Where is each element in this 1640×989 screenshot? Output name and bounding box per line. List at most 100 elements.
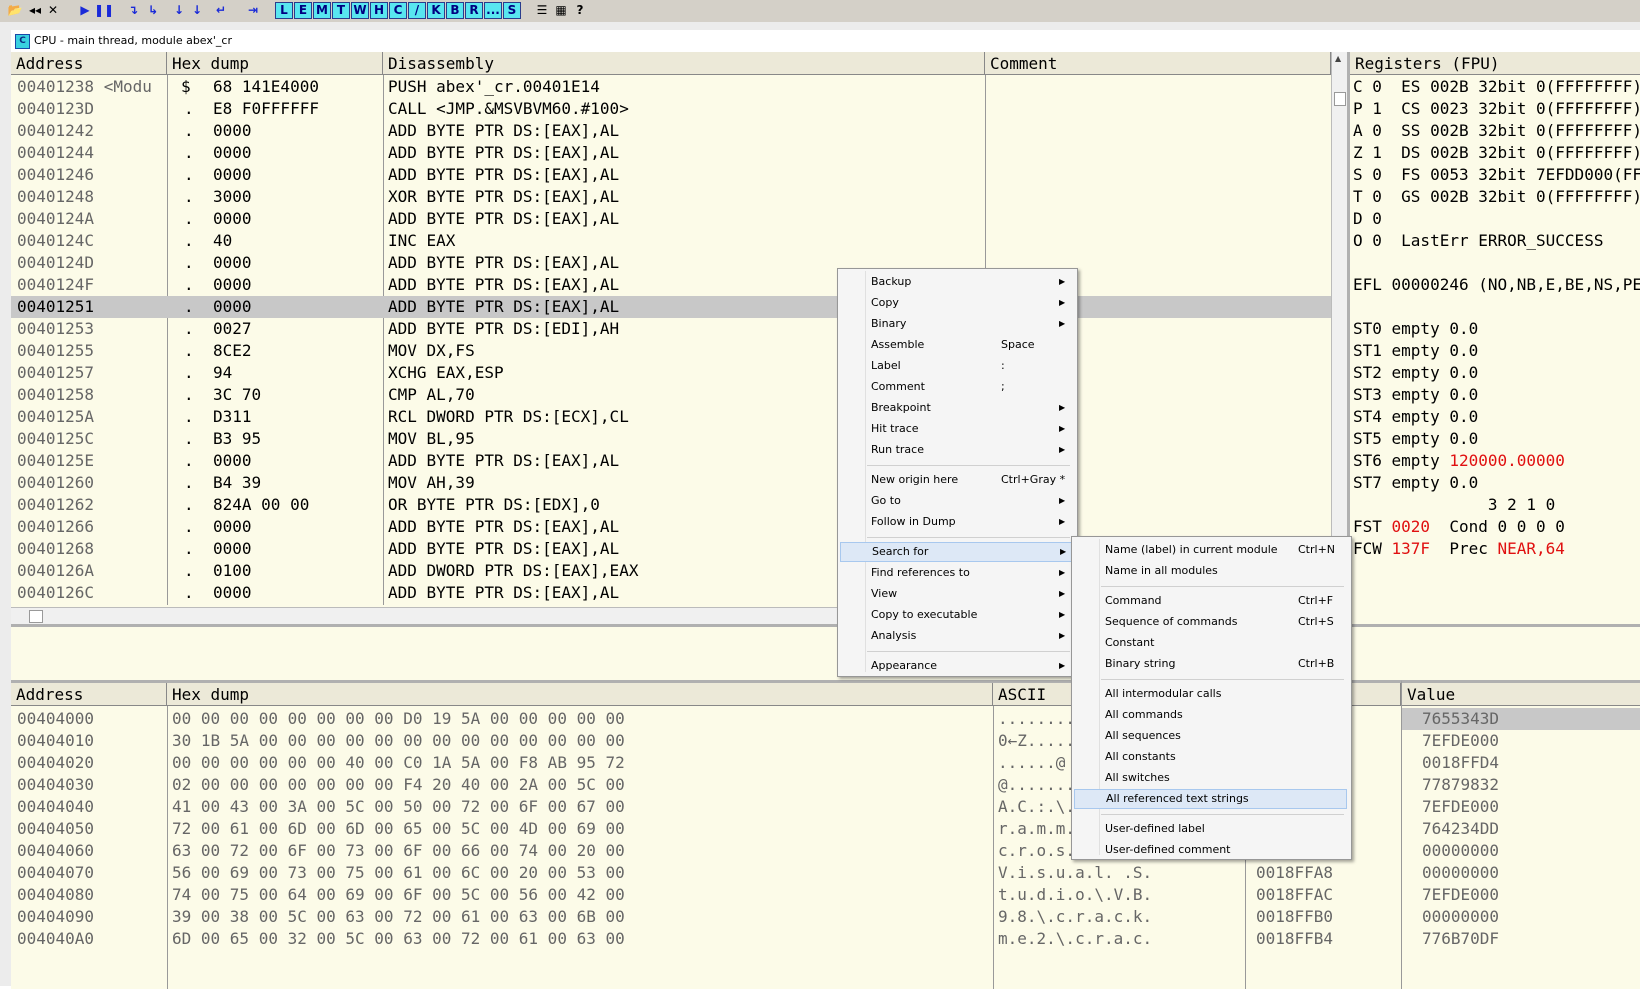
toolbar-window-button-10[interactable]: R <box>465 2 483 19</box>
stack-value[interactable]: 77879832 <box>1402 774 1640 796</box>
menu-item-view[interactable]: View ▶ <box>840 584 1073 604</box>
dump-row[interactable]: 00404000 00 00 00 00 00 00 00 00 D0 19 5A… <box>11 708 1245 730</box>
toolbar-button-1[interactable]: ◂◂ <box>26 2 44 19</box>
toolbar-window-button-7[interactable]: / <box>408 2 426 19</box>
disasm-row[interactable]: 00401248. 3000 XOR BYTE PTR DS:[EAX],AL <box>11 186 1331 208</box>
register-line[interactable]: FCW 137F Prec NEAR,64 <box>1353 538 1640 560</box>
disasm-header-hex[interactable]: Hex dump <box>167 52 383 75</box>
menu-item-all-constants[interactable]: All constants <box>1074 747 1347 767</box>
menu-item-label[interactable]: Label: <box>840 356 1073 376</box>
disasm-header-address[interactable]: Address <box>11 52 167 75</box>
toolbar-window-button-11[interactable]: ... <box>484 2 502 19</box>
menu-item-new-origin-here[interactable]: New origin here Ctrl+Gray * <box>840 470 1073 490</box>
menu-item-backup[interactable]: Backup ▶ <box>840 272 1073 292</box>
toolbar-button-8[interactable]: ↓ <box>188 2 206 19</box>
stack-address[interactable]: 0018FFA8 <box>1256 862 1396 884</box>
menu-item-all-sequences[interactable]: All sequences <box>1074 726 1347 746</box>
menu-item-appearance[interactable]: Appearance ▶ <box>840 656 1073 676</box>
dump-row[interactable]: 00404080 74 00 75 00 64 00 69 00 6F 00 5C… <box>11 884 1245 906</box>
menu-item-follow-in-dump[interactable]: Follow in Dump ▶ <box>840 512 1073 532</box>
toolbar-button-6[interactable]: ↳ <box>144 2 162 19</box>
stack-value[interactable]: 7EFDE000 <box>1402 884 1640 906</box>
disasm-header-comment[interactable]: Comment <box>985 52 1331 75</box>
disasm-row[interactable]: 00401251. 0000 ADD BYTE PTR DS:[EAX],AL <box>11 296 1331 318</box>
menu-item-breakpoint[interactable]: Breakpoint ▶ <box>840 398 1073 418</box>
stack-pane[interactable]: Value 7655343D 7EFDE000 0018FFD4 77879832 7E… <box>1401 680 1640 989</box>
stack-value[interactable]: 7655343D <box>1402 708 1640 730</box>
menu-item-all-intermodular-calls[interactable]: All intermodular calls <box>1074 684 1347 704</box>
toolbar-window-button-6[interactable]: C <box>389 2 407 19</box>
cpu-window-title-bar[interactable]: C CPU - main thread, module abex'_cr <box>11 30 1640 52</box>
stack-value[interactable]: 0018FFD4 <box>1402 752 1640 774</box>
dump-row[interactable]: 004040A0 6D 00 65 00 32 00 5C 00 63 00 72… <box>11 928 1245 950</box>
menu-item-comment[interactable]: Comment; <box>840 377 1073 397</box>
register-line[interactable]: ST6 empty 120000.00000 <box>1353 450 1640 472</box>
menu-item-copy-to-executable[interactable]: Copy to executable ▶ <box>840 605 1073 625</box>
dump-row[interactable]: 00404020 00 00 00 00 00 00 40 00 C0 1A 5A… <box>11 752 1245 774</box>
toolbar-window-button-8[interactable]: K <box>427 2 445 19</box>
disasm-row[interactable]: 0040124D. 0000 ADD BYTE PTR DS:[EAX],AL <box>11 252 1331 274</box>
dump-header-hex[interactable]: Hex dump <box>167 683 993 706</box>
disasm-row[interactable]: 0040125E. 0000 ADD BYTE PTR DS:[EAX],AL <box>11 450 1331 472</box>
toolbar-window-button-1[interactable]: E <box>294 2 312 19</box>
menu-item-all-commands[interactable]: All commands <box>1074 705 1347 725</box>
toolbar-tool-button-0[interactable]: ☰ <box>533 2 551 19</box>
disasm-row[interactable]: 00401255. 8CE2 MOV DX,FS <box>11 340 1331 362</box>
dump-row[interactable]: 00404010 30 1B 5A 00 00 00 00 00 00 00 00… <box>11 730 1245 752</box>
disasm-row[interactable]: 00401244. 0000 ADD BYTE PTR DS:[EAX],AL <box>11 142 1331 164</box>
dump-row[interactable]: 00404040 41 00 43 00 3A 00 5C 00 50 00 72… <box>11 796 1245 818</box>
toolbar-button-3[interactable]: ▶ <box>76 2 94 19</box>
menu-item-sequence-of-commands[interactable]: Sequence of commands Ctrl+S <box>1074 612 1347 632</box>
registers-pane[interactable]: Registers (FPU) C 0 ES 002B 32bit 0(FFFF… <box>1347 52 1640 624</box>
scroll-thumb[interactable] <box>1334 92 1346 106</box>
register-line[interactable]: ST4 empty 0.0 <box>1353 406 1640 428</box>
disasm-row[interactable]: 00401246. 0000 ADD BYTE PTR DS:[EAX],AL <box>11 164 1331 186</box>
register-line[interactable]: C 0 ES 002B 32bit 0(FFFFFFFF) <box>1353 76 1640 98</box>
register-line[interactable]: S 0 FS 0053 32bit 7EFDD000(FFF) <box>1353 164 1640 186</box>
disasm-row[interactable]: 0040124C. 40 INC EAX <box>11 230 1331 252</box>
menu-item-user-defined-comment[interactable]: User-defined comment <box>1074 840 1347 860</box>
disasm-row[interactable]: 0040124A. 0000 ADD BYTE PTR DS:[EAX],AL <box>11 208 1331 230</box>
menu-item-assemble[interactable]: Assemble Space <box>840 335 1073 355</box>
disasm-row[interactable]: 0040125A. D311 RCL DWORD PTR DS:[ECX],CL <box>11 406 1331 428</box>
stack-value[interactable]: 00000000 <box>1402 906 1640 928</box>
toolbar-window-button-2[interactable]: M <box>313 2 331 19</box>
stack-value[interactable]: 764234DD <box>1402 818 1640 840</box>
disasm-row[interactable]: 00401258. 3C 70 CMP AL,70 <box>11 384 1331 406</box>
toolbar-tool-button-1[interactable]: ▦ <box>552 2 570 19</box>
register-line[interactable]: A 0 SS 002B 32bit 0(FFFFFFFF) <box>1353 120 1640 142</box>
menu-item-go-to[interactable]: Go to ▶ <box>840 491 1073 511</box>
register-line[interactable]: FST 0020 Cond 0 0 0 0 <box>1353 516 1640 538</box>
scroll-thumb[interactable] <box>29 610 43 623</box>
toolbar-window-button-4[interactable]: W <box>351 2 369 19</box>
dump-row[interactable]: 00404050 72 00 61 00 6D 00 6D 00 65 00 5C… <box>11 818 1245 840</box>
stack-value[interactable]: 7EFDE000 <box>1402 796 1640 818</box>
disasm-row[interactable]: 00401253. 0027 ADD BYTE PTR DS:[EDI],AH <box>11 318 1331 340</box>
menu-item-all-referenced-text-strings[interactable]: All referenced text strings <box>1074 789 1347 809</box>
register-line[interactable]: EFL 00000246 (NO,NB,E,BE,NS,PE) <box>1353 274 1640 296</box>
menu-item-search-for[interactable]: Search for ▶ <box>840 542 1073 562</box>
menu-item-user-defined-label[interactable]: User-defined label <box>1074 819 1347 839</box>
register-line[interactable]: P 1 CS 0023 32bit 0(FFFFFFFF) <box>1353 98 1640 120</box>
register-line[interactable]: ST5 empty 0.0 <box>1353 428 1640 450</box>
register-line[interactable] <box>1353 296 1640 318</box>
dump-row[interactable]: 00404060 63 00 72 00 6F 00 73 00 6F 00 66… <box>11 840 1245 862</box>
disasm-row[interactable]: 00401266. 0000 ADD BYTE PTR DS:[EAX],AL <box>11 516 1331 538</box>
menu-item-command[interactable]: Command Ctrl+F <box>1074 591 1347 611</box>
disasm-row[interactable]: 00401260. B4 39 MOV AH,39 <box>11 472 1331 494</box>
register-line[interactable]: ST7 empty 0.0 <box>1353 472 1640 494</box>
disasm-row[interactable]: 00401242. 0000 ADD BYTE PTR DS:[EAX],AL <box>11 120 1331 142</box>
menu-item-analysis[interactable]: Analysis ▶ <box>840 626 1073 646</box>
toolbar-window-button-5[interactable]: H <box>370 2 388 19</box>
menu-item-find-references-to[interactable]: Find references to ▶ <box>840 563 1073 583</box>
dump-row[interactable]: 00404030 02 00 00 00 00 00 00 00 F4 20 40… <box>11 774 1245 796</box>
register-line[interactable]: ST0 empty 0.0 <box>1353 318 1640 340</box>
dump-header-address[interactable]: Address <box>11 683 167 706</box>
register-line[interactable]: T 0 GS 002B 32bit 0(FFFFFFFF) <box>1353 186 1640 208</box>
register-line[interactable]: ST3 empty 0.0 <box>1353 384 1640 406</box>
stack-value[interactable]: 00000000 <box>1402 840 1640 862</box>
register-line[interactable]: ST2 empty 0.0 <box>1353 362 1640 384</box>
dump-row[interactable]: 00404070 56 00 69 00 73 00 75 00 61 00 6C… <box>11 862 1245 884</box>
stack-value[interactable]: 7EFDE000 <box>1402 730 1640 752</box>
toolbar-window-button-12[interactable]: S <box>503 2 521 19</box>
